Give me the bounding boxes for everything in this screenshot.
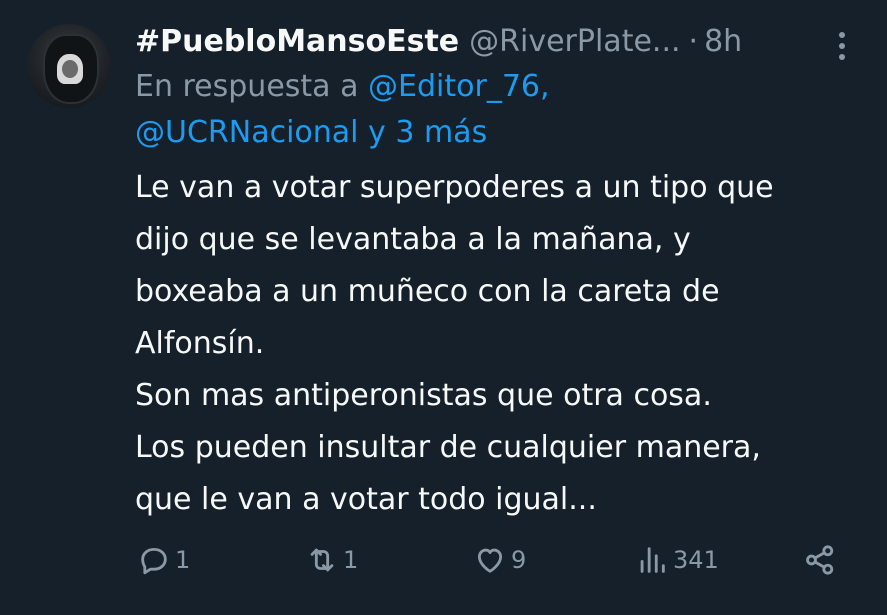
- avatar-portrait: [57, 54, 83, 84]
- reply-count: 1: [175, 546, 191, 574]
- repost-button[interactable]: 1: [305, 538, 358, 582]
- tweet-text-line: Alfonsín.: [135, 326, 265, 361]
- mention-ucrnacional[interactable]: @UCRNacional: [135, 115, 359, 150]
- reply-prefix: En respuesta a: [135, 69, 359, 104]
- repost-icon: [310, 548, 334, 572]
- tweet-text-line: Le van a votar superpoderes a un tipo qu…: [135, 170, 774, 205]
- like-button[interactable]: 9: [473, 538, 526, 582]
- tweet-text-line: boxeaba a un muñeco con la careta de: [135, 274, 720, 309]
- repost-count: 1: [343, 546, 359, 574]
- views-button[interactable]: 341: [635, 538, 719, 582]
- tweet-text-line: dijo que se levantaba a la mañana, y: [135, 222, 691, 257]
- tweet-text: Le van a votar superpoderes a un tipo qu…: [135, 162, 855, 526]
- heart-icon: [477, 548, 503, 573]
- separator-dot: ·: [688, 23, 699, 59]
- reply-icon: [141, 547, 167, 575]
- mention-editor76[interactable]: @Editor_76,: [368, 69, 550, 104]
- avatar[interactable]: [27, 24, 111, 108]
- display-name[interactable]: #PuebloMansoEste: [135, 24, 459, 59]
- tweet-text-line: que le van a votar todo igual...: [135, 482, 597, 517]
- reply-button[interactable]: 1: [137, 538, 190, 582]
- tweet-content: #PuebloMansoEste @RiverPlate... · 8h En …: [135, 18, 855, 526]
- tweet-text-line: Son mas antiperonistas que otra cosa.: [135, 378, 712, 413]
- mention-others[interactable]: y 3 más: [368, 115, 487, 150]
- reply-context: En respuesta a @Editor_76, @UCRNacional …: [135, 64, 855, 156]
- tweet: #PuebloMansoEste @RiverPlate... · 8h En …: [0, 0, 887, 615]
- share-icon: [806, 545, 834, 575]
- action-bar: 1 1 9 341: [135, 538, 855, 582]
- tweet-header: #PuebloMansoEste @RiverPlate... · 8h: [135, 18, 855, 64]
- user-handle[interactable]: @RiverPlate...: [469, 24, 680, 59]
- views-count: 341: [673, 546, 719, 574]
- tweet-text-line: Los pueden insultar de cualquier manera,: [135, 430, 761, 465]
- views-icon: [640, 547, 665, 573]
- like-count: 9: [511, 546, 527, 574]
- share-button[interactable]: [803, 538, 837, 582]
- timestamp[interactable]: 8h: [704, 24, 742, 59]
